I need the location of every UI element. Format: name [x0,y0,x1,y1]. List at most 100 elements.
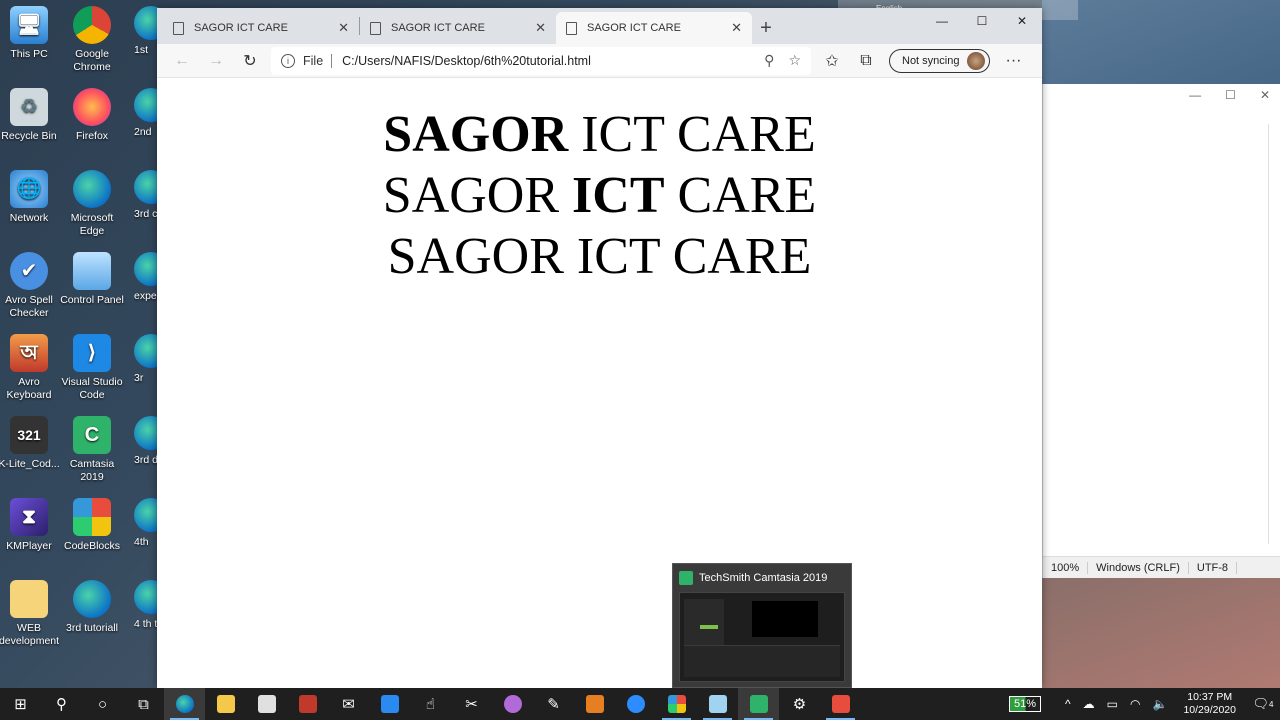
store-icon[interactable] [246,688,287,720]
document-icon [566,21,577,35]
sync-icon [380,695,399,713]
chevron-up-icon[interactable]: ^ [1065,697,1071,711]
camtasia-recorder-icon[interactable] [820,688,861,720]
back-arrow-icon[interactable]: ← [165,47,199,75]
search-icon[interactable]: ⚲ [41,688,82,720]
notification-center-icon[interactable]: 🗨 4 [1246,688,1280,720]
clock[interactable]: 10:37 PM 10/29/2020 [1183,691,1236,717]
desktop-icon-recycle-bin[interactable]: ♻ Recycle Bin [0,88,61,143]
volume-icon[interactable]: 🔈 [1152,697,1167,711]
desktop-icon-label: 4th [134,536,149,548]
paint-icon[interactable] [492,688,533,720]
battery-icon[interactable]: ▭ [1107,697,1118,711]
collections-icon[interactable]: ⧉ [849,47,883,75]
desktop-icon-klite[interactable]: 321 K-Lite_Cod... [0,416,61,471]
info-icon[interactable]: i [281,53,295,68]
tab-title: SAGOR ICT CARE [391,22,485,34]
desktop-icon-chrome[interactable]: Google Chrome [60,6,124,74]
desktop-icon-avro-keyboard[interactable]: অ Avro Keyboard [0,334,61,402]
maximize-icon[interactable]: ☐ [1225,88,1236,108]
desktop-icon-firefox[interactable]: Firefox [60,88,124,143]
desktop-icon-edge[interactable]: Microsoft Edge [60,170,124,238]
wifi-icon[interactable]: ◠ [1130,697,1140,711]
camtasia-icon [749,695,768,713]
tab-title: SAGOR ICT CARE [587,22,681,34]
klite-icon: 321 [10,416,48,454]
battery-indicator[interactable]: 51% [1008,696,1042,712]
address-divider [331,53,333,68]
desktop-icon-control-panel[interactable]: Control Panel [60,252,124,307]
close-tab-icon[interactable]: ✕ [535,20,546,36]
camtasia-icon [679,571,693,585]
snip-tool-icon[interactable]: ✂ [451,688,492,720]
browser-tab-3-active[interactable]: SAGOR ICT CARE ✕ [556,12,752,44]
close-icon[interactable]: ✕ [1002,8,1042,34]
mcafee-icon[interactable] [287,688,328,720]
cortana-icon[interactable]: ○ [82,688,123,720]
desktop-icon-network[interactable]: 🌐 Network [0,170,61,225]
settings-gear-icon[interactable]: ⚙ [779,688,820,720]
desktop-icon-kmplayer[interactable]: ⧗ KMPlayer [0,498,61,553]
favorite-star-icon[interactable]: ☆ [788,52,801,69]
codeblocks-taskbar-icon[interactable] [656,688,697,720]
chrome-icon [73,6,111,44]
notepad-taskbar-icon[interactable] [697,688,738,720]
cloud-icon[interactable]: ☁ [1083,697,1095,711]
notes-icon[interactable]: ✎ [533,688,574,720]
avro-taskbar-icon[interactable] [574,688,615,720]
mail-icon[interactable]: ✉ [328,688,369,720]
desktop-icon-web-development[interactable]: WEB development [0,580,61,648]
thumbnail-sidebar [684,599,724,645]
desktop-icon-camtasia[interactable]: C Camtasia 2019 [60,416,124,484]
desktop-icon-avro-spell[interactable]: ✔ Avro Spell Checker [0,252,61,320]
edge-icon [73,170,111,208]
taskbar-thumbnail-preview[interactable]: TechSmith Camtasia 2019 [672,563,852,688]
close-tab-icon[interactable]: ✕ [731,20,742,36]
refresh-icon[interactable]: ↻ [233,47,267,75]
edge-icon [175,695,194,713]
shield-icon [298,695,317,713]
close-tab-icon[interactable]: ✕ [338,20,349,36]
taskbar-edge-icon[interactable] [164,688,205,720]
close-icon[interactable]: ✕ [1260,88,1270,108]
preview-thumbnail[interactable] [679,592,845,682]
desktop-icon-label: Firefox [75,130,109,142]
kmplayer-icon: ⧗ [10,498,48,536]
desktop-icon-label: 2nd [134,126,152,138]
start-windows-icon[interactable]: ⊞ [0,688,41,720]
minimize-icon[interactable]: — [922,8,962,34]
profile-sync-button[interactable]: Not syncing [889,48,991,73]
minimize-icon[interactable]: — [1189,88,1201,108]
more-options-icon[interactable]: ··· [996,47,1030,75]
new-tab-button[interactable]: + [752,12,780,44]
zoom-icon[interactable]: ⚲ [764,52,774,69]
browser-tab-1[interactable]: SAGOR ICT CARE ✕ [163,12,359,44]
desktop-icon-label: Camtasia 2019 [69,458,115,483]
desktop-icon-vscode[interactable]: ⟩ Visual Studio Code [60,334,124,402]
sync-app-icon[interactable] [369,688,410,720]
desktop-icon-label: CodeBlocks [63,540,121,552]
desktop-icon-label: 3rd tutoriall [66,622,118,634]
desktop-icon-codeblocks[interactable]: CodeBlocks [60,498,124,553]
forward-arrow-icon[interactable]: → [199,47,233,75]
sync-status-label: Not syncing [902,54,960,67]
desktop-icon-3rd-tutoriall[interactable]: 3rd tutoriall [60,580,124,635]
notepad-scrollbar[interactable] [1268,124,1280,544]
maximize-icon[interactable]: ☐ [962,8,1002,34]
desktop-icon-label: KMPlayer [6,540,52,552]
favorites-icon[interactable]: ✩ [815,47,849,75]
control-panel-icon [73,252,111,290]
touch-pointer-icon[interactable]: ☝ [410,688,451,720]
file-explorer-icon[interactable] [205,688,246,720]
desktop-icon-this-pc[interactable]: 🖥 This PC [0,6,61,61]
task-view-icon[interactable]: ⧉ [123,688,164,720]
avro-keyboard-icon: অ [10,334,48,372]
camtasia-taskbar-icon[interactable] [738,688,779,720]
preview-header: TechSmith Camtasia 2019 [673,564,851,592]
url-text[interactable]: C:/Users/NAFIS/Desktop/6th%20tutorial.ht… [342,54,750,68]
zoom-app-icon[interactable] [615,688,656,720]
browser-tab-2[interactable]: SAGOR ICT CARE ✕ [360,12,556,44]
edge-browser-window: SAGOR ICT CARE ✕ SAGOR ICT CARE ✕ SAGOR … [157,8,1042,688]
address-bar[interactable]: i File C:/Users/NAFIS/Desktop/6th%20tuto… [271,46,811,75]
avro-spell-icon: ✔ [10,252,48,290]
